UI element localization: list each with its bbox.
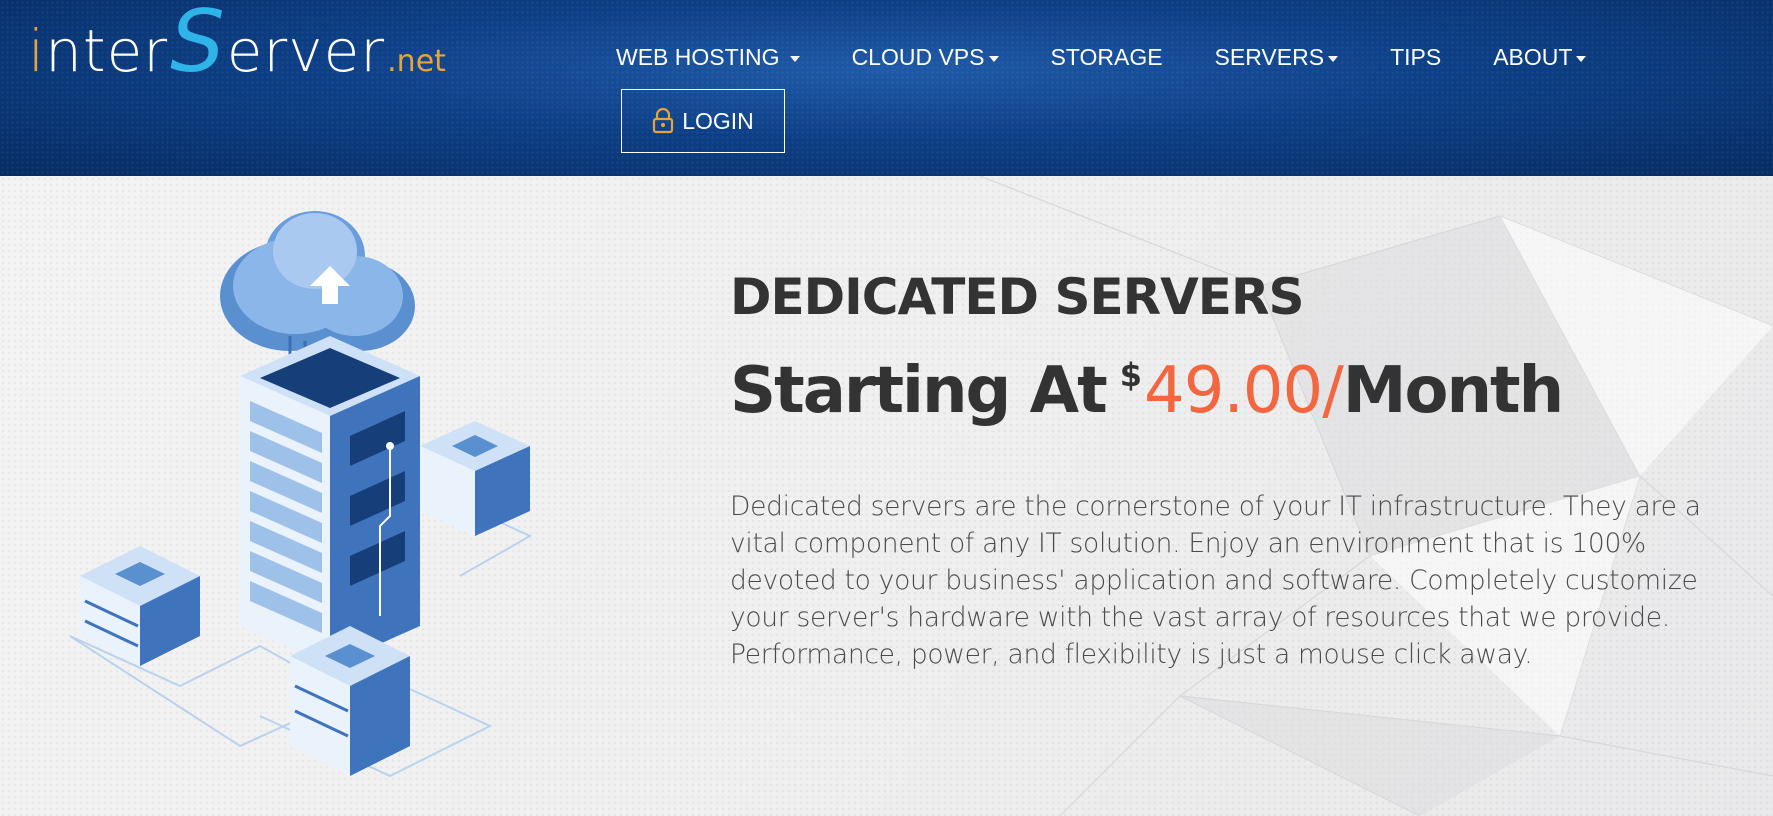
logo-letter-i: i (28, 17, 46, 85)
login-button[interactable]: LOGIN (621, 89, 785, 153)
nav-about[interactable]: ABOUT (1493, 44, 1587, 71)
chevron-down-icon (1328, 56, 1339, 62)
nav-cloud-vps[interactable]: CLOUD VPS (852, 44, 999, 71)
price-currency: $ (1119, 356, 1142, 394)
logo-text-erver: erver (226, 17, 386, 85)
nav-about-label: ABOUT (1493, 44, 1573, 70)
chevron-down-icon (1576, 56, 1587, 62)
chevron-down-icon (988, 56, 999, 62)
hero-section: DEDICATED SERVERS Starting At $ 49.00/ M… (0, 176, 1773, 816)
nav-servers-label: SERVERS (1214, 44, 1325, 70)
interserver-logo[interactable]: i nter Server .net (28, 0, 446, 98)
hero-price: Starting At $ 49.00/ Month (730, 354, 1564, 428)
nav-tips[interactable]: TIPS (1390, 44, 1441, 71)
logo-letter-s: S (170, 0, 225, 92)
padlock-icon (653, 108, 674, 134)
nav-cloud-vps-label: CLOUD VPS (851, 44, 985, 70)
nav-web-hosting[interactable]: WEB HOSTING (616, 44, 800, 71)
nav-servers[interactable]: SERVERS (1215, 44, 1339, 71)
main-nav: WEB HOSTING CLOUD VPS STORAGE SERVERS TI… (616, 44, 1638, 71)
nav-web-hosting-label: WEB HOSTING (616, 44, 780, 70)
nav-tips-label: TIPS (1390, 44, 1442, 70)
server-stack-right-icon (420, 421, 530, 536)
nav-storage[interactable]: STORAGE (1051, 44, 1163, 71)
cloud-server-illustration (69, 211, 533, 778)
price-prefix: Starting At (730, 354, 1108, 428)
price-period: Month (1342, 354, 1564, 428)
price-amount: 49.00/ (1144, 354, 1344, 428)
hero-description: Dedicated servers are the cornerstone of… (730, 491, 1701, 670)
hero-title: DEDICATED SERVERS (730, 268, 1304, 326)
site-header: i nter Server .net WEB HOSTING CLOUD VPS ST… (0, 0, 1773, 176)
server-tower-icon (240, 336, 420, 666)
chevron-down-icon (789, 56, 800, 62)
server-stack-front-icon (290, 626, 410, 776)
logo-text-inter: nter (45, 17, 169, 85)
login-label: LOGIN (682, 107, 754, 134)
nav-storage-label: STORAGE (1050, 44, 1163, 70)
logo-tld: .net (387, 44, 446, 79)
